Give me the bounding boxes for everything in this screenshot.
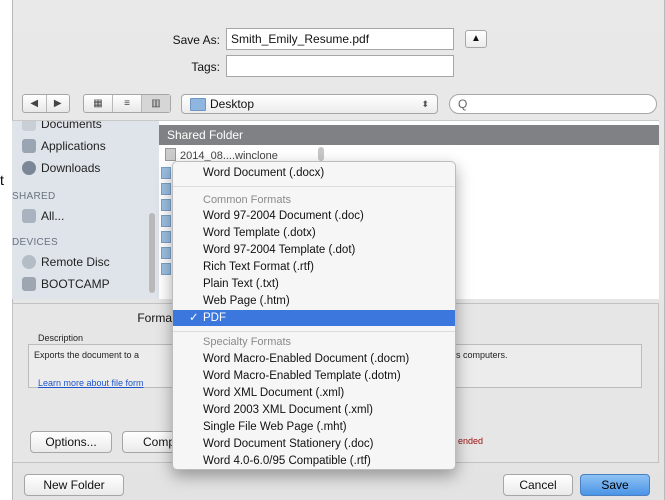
network-icon: [22, 209, 36, 223]
location-popup[interactable]: Desktop ⬍: [181, 94, 438, 114]
options-button[interactable]: Options...: [30, 431, 112, 453]
sidebar-item-all[interactable]: All...: [22, 209, 64, 223]
menu-item-docm[interactable]: Word Macro-Enabled Document (.docm): [173, 351, 455, 367]
folder-icon: [190, 98, 206, 111]
folder-icon: [161, 183, 171, 195]
menu-item-rtf[interactable]: Rich Text Format (.rtf): [173, 259, 455, 275]
icon-view-button[interactable]: ▦: [84, 95, 113, 112]
menu-separator: [173, 186, 455, 187]
folder-icon: [161, 263, 171, 275]
description-label: Description: [38, 333, 84, 343]
sidebar-scrollbar[interactable]: [149, 213, 155, 293]
back-button[interactable]: ◀: [23, 95, 47, 112]
menu-item-dotm[interactable]: Word Macro-Enabled Template (.dotm): [173, 368, 455, 384]
search-field[interactable]: Q: [449, 94, 657, 114]
menu-item-dot[interactable]: Word 97-2004 Template (.dot): [173, 242, 455, 258]
menu-item-dotx[interactable]: Word Template (.dotx): [173, 225, 455, 241]
view-mode-buttons: ▦ ≡ ▥: [83, 94, 171, 113]
tags-input[interactable]: [226, 55, 454, 77]
column-scrollbar[interactable]: [318, 147, 324, 161]
folder-icon: [161, 199, 171, 211]
description-text: Exports the document to a: [34, 350, 140, 360]
checkmark-icon: ✓: [189, 312, 199, 324]
sidebar-item-applications[interactable]: Applications: [22, 139, 106, 153]
stray-text: t: [0, 172, 4, 188]
documents-icon: [22, 121, 36, 131]
tags-label: Tags:: [191, 60, 220, 74]
format-dropdown-menu: Word Document (.docx) Common Formats Wor…: [172, 161, 456, 470]
menu-header-specialty: Specialty Formats: [203, 336, 292, 348]
downloads-icon: [22, 161, 36, 175]
menu-item-docx[interactable]: Word Document (.docx): [173, 165, 455, 181]
description-text-right: s computers.: [456, 350, 508, 360]
location-label: Desktop: [210, 97, 255, 111]
sidebar-item-downloads[interactable]: Downloads: [22, 161, 100, 175]
sidebar-header-shared: SHARED: [12, 191, 56, 202]
forward-button[interactable]: ▶: [47, 95, 70, 112]
search-icon: Q: [458, 97, 468, 111]
folder-icon: [161, 231, 171, 243]
sidebar-item-documents[interactable]: Documents: [22, 121, 102, 131]
sidebar-item-bootcamp[interactable]: BOOTCAMP: [22, 277, 110, 291]
menu-item-xml-2003[interactable]: Word 2003 XML Document (.xml): [173, 402, 455, 418]
disc-icon: [22, 255, 36, 269]
sidebar-header-devices: DEVICES: [12, 237, 59, 248]
column-header: Shared Folder: [159, 125, 659, 145]
folder-icon: [161, 247, 171, 259]
save-button[interactable]: Save: [580, 474, 650, 496]
applications-icon: [22, 139, 36, 153]
list-view-button[interactable]: ≡: [113, 95, 142, 112]
menu-item-htm[interactable]: Web Page (.htm): [173, 293, 455, 309]
menu-item-mht[interactable]: Single File Web Page (.mht): [173, 419, 455, 435]
menu-item-doc[interactable]: Word 97-2004 Document (.doc): [173, 208, 455, 224]
menu-item-word-4[interactable]: Word 4.0-6.0/95 Compatible (.rtf): [173, 453, 455, 469]
background-strip: t: [0, 0, 12, 500]
file-item[interactable]: 2014_08....winclone: [165, 148, 278, 162]
cancel-button[interactable]: Cancel: [503, 474, 573, 496]
sidebar-item-remote-disc[interactable]: Remote Disc: [22, 255, 110, 269]
new-folder-button[interactable]: New Folder: [24, 474, 124, 496]
menu-separator: [173, 331, 455, 332]
format-label: Forma: [137, 311, 172, 325]
menu-item-pdf[interactable]: ✓ PDF: [173, 310, 455, 326]
folder-icon: [161, 167, 171, 179]
menu-item-xml[interactable]: Word XML Document (.xml): [173, 385, 455, 401]
learn-more-link[interactable]: Learn more about file form: [38, 378, 144, 388]
file-icon: [165, 148, 176, 161]
menu-header-common: Common Formats: [203, 194, 292, 206]
folder-icon: [161, 215, 171, 227]
save-as-label: Save As:: [172, 33, 220, 47]
menu-item-txt[interactable]: Plain Text (.txt): [173, 276, 455, 292]
sidebar: Documents Applications Downloads SHARED …: [12, 120, 159, 299]
nav-buttons: ◀ ▶: [22, 94, 70, 113]
column-view-button[interactable]: ▥: [142, 95, 170, 112]
drive-icon: [22, 277, 36, 291]
popup-arrows-icon: ⬍: [421, 99, 429, 109]
compatibility-note: ended: [458, 436, 484, 446]
expand-dialog-button[interactable]: ▲: [465, 30, 487, 48]
save-as-input[interactable]: Smith_Emily_Resume.pdf: [226, 28, 454, 50]
menu-item-stationery[interactable]: Word Document Stationery (.doc): [173, 436, 455, 452]
